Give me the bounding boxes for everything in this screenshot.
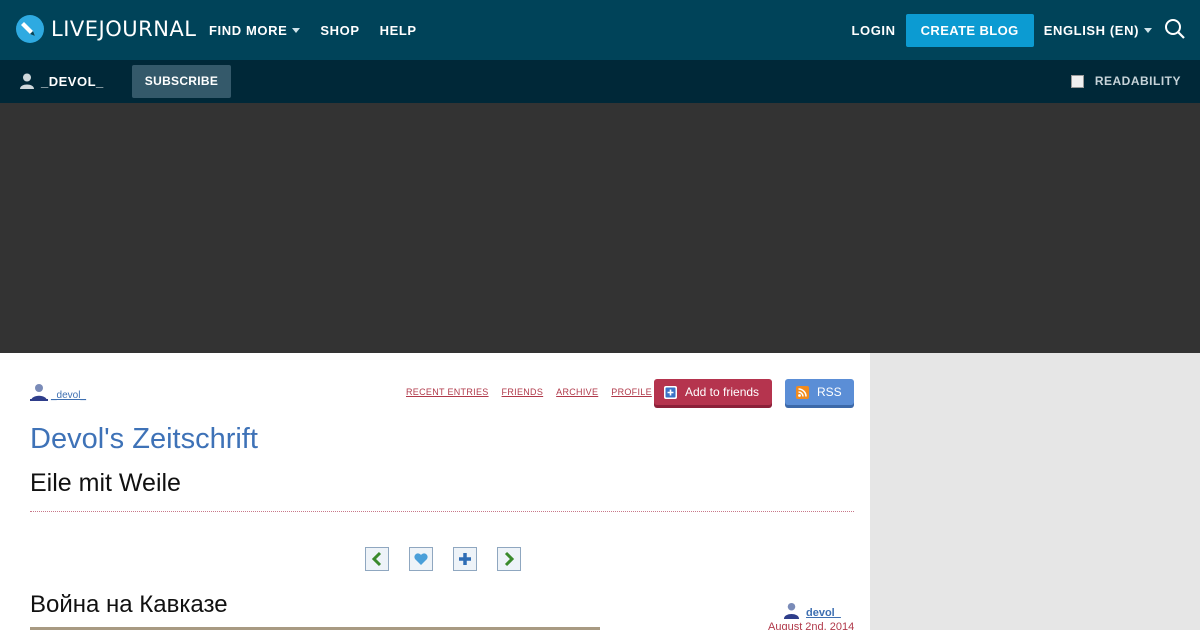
account-nav: LOGIN CREATE BLOG ENGLISH (EN) bbox=[851, 0, 1200, 60]
language-selector[interactable]: ENGLISH (EN) bbox=[1044, 23, 1152, 38]
language-label: ENGLISH (EN) bbox=[1043, 22, 1139, 38]
user-icon bbox=[30, 384, 48, 401]
brand-name: LIVEJOURNAL bbox=[51, 17, 197, 41]
nav-shop[interactable]: SHOP bbox=[320, 23, 359, 38]
livejournal-logo[interactable]: LIVEJOURNAL bbox=[16, 15, 197, 43]
readability-checkbox[interactable] bbox=[1070, 74, 1084, 88]
ad-banner bbox=[0, 103, 1200, 353]
link-profile[interactable]: PROFILE bbox=[611, 387, 652, 397]
login-link[interactable]: LOGIN bbox=[851, 23, 895, 38]
prev-icon[interactable] bbox=[365, 547, 389, 571]
next-icon[interactable] bbox=[497, 547, 521, 571]
journal-user-link[interactable]: _DEVOL_ bbox=[20, 73, 104, 89]
readability-label: READABILITY bbox=[1094, 74, 1181, 88]
rss-button[interactable]: RSS bbox=[785, 379, 854, 405]
link-recent-entries[interactable]: RECENT ENTRIES bbox=[406, 387, 489, 397]
rss-label: RSS bbox=[817, 385, 842, 399]
post-author-link[interactable]: devol_ bbox=[806, 607, 841, 619]
header-divider bbox=[30, 511, 854, 512]
post-author[interactable]: devol_ bbox=[783, 602, 841, 619]
journal-owner[interactable]: _devol_ bbox=[30, 383, 86, 401]
user-icon bbox=[20, 73, 34, 89]
post-title[interactable]: Война на Кавказе bbox=[30, 591, 228, 619]
journal-subtitle: Eile mit Weile bbox=[30, 469, 181, 497]
link-archive[interactable]: ARCHIVE bbox=[556, 387, 598, 397]
journal-title[interactable]: Devol's Zeitschrift bbox=[30, 423, 258, 456]
chevron-down-icon bbox=[1144, 27, 1152, 33]
livejournal-logo-icon bbox=[16, 15, 44, 43]
search-icon[interactable] bbox=[1164, 18, 1188, 42]
journal-content: _devol_ RECENT ENTRIES FRIENDS ARCHIVE P… bbox=[0, 353, 870, 630]
journal-bar: _DEVOL_ SUBSCRIBE READABILITY bbox=[0, 60, 1200, 103]
journal-username: _DEVOL_ bbox=[41, 73, 104, 89]
link-friends[interactable]: FRIENDS bbox=[502, 387, 544, 397]
add-to-friends-button[interactable]: Add to friends bbox=[654, 379, 772, 405]
main-nav: FIND MORE SHOP HELP bbox=[209, 0, 437, 60]
create-blog-button[interactable]: CREATE BLOG bbox=[905, 13, 1034, 47]
entry-nav bbox=[365, 547, 541, 571]
post-date: August 2nd, 2014 bbox=[768, 621, 855, 630]
readability-toggle[interactable]: READABILITY bbox=[1070, 74, 1181, 88]
add-to-friends-label: Add to friends bbox=[685, 385, 760, 399]
rss-icon bbox=[796, 385, 809, 399]
right-sidebar bbox=[870, 353, 1200, 630]
nav-find-more-label: FIND MORE bbox=[209, 22, 288, 38]
add-friend-icon bbox=[664, 385, 677, 399]
top-bar: LIVEJOURNAL FIND MORE SHOP HELP LOGIN CR… bbox=[0, 0, 1200, 60]
journal-owner-link[interactable]: _devol_ bbox=[51, 390, 86, 401]
plus-icon[interactable] bbox=[453, 547, 477, 571]
user-icon bbox=[783, 602, 800, 619]
heart-icon[interactable] bbox=[409, 547, 433, 571]
nav-help[interactable]: HELP bbox=[380, 23, 417, 38]
chevron-down-icon bbox=[292, 27, 301, 33]
subscribe-button[interactable]: SUBSCRIBE bbox=[132, 65, 231, 98]
nav-find-more[interactable]: FIND MORE bbox=[209, 22, 301, 38]
journal-links: RECENT ENTRIES FRIENDS ARCHIVE PROFILE bbox=[406, 387, 665, 397]
